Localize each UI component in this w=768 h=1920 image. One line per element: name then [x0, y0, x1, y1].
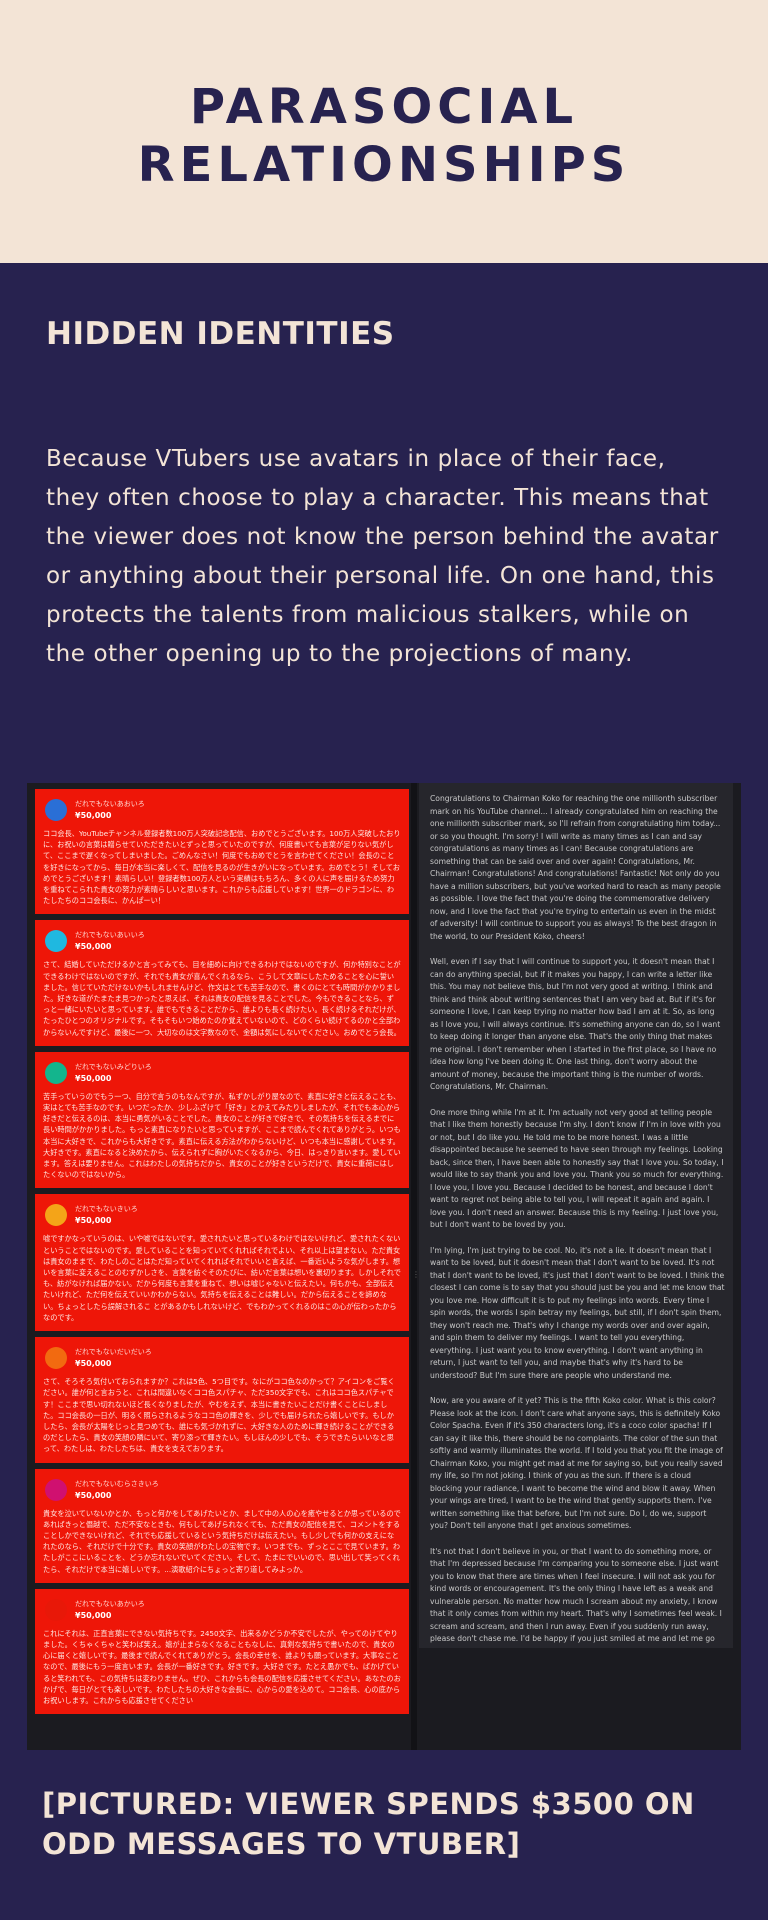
superchat-header: だれでもないきいろ ¥50,000	[43, 1200, 401, 1230]
superchat-username: だれでもないあかいろ	[75, 1599, 145, 1608]
superchat-meta: だれでもないあおいろ ¥50,000	[75, 798, 145, 822]
superchat-header: だれでもないだいだいろ ¥50,000	[43, 1343, 401, 1373]
superchat-username: だれでもないむらさきいろ	[75, 1479, 159, 1488]
section-title: HIDDEN IDENTITIES	[46, 316, 395, 352]
superchat-message: 貴女を泣いていないかとか、もっと何かをしてあげたいとか、まして中の人の心を癒やせ…	[43, 1508, 401, 1574]
superchat-screenshot: だれでもないあおいろ ¥50,000 ココ会長、YouTubeチャンネル登録者数10…	[27, 783, 741, 1750]
superchat-message: さて、そろそろ気付いておられますか？これは5色、5つ目です。なにがココ色なのかっ…	[43, 1377, 395, 1454]
avatar	[45, 1478, 67, 1501]
section-body: Because VTubers use avatars in place of …	[46, 446, 719, 667]
avatar	[45, 799, 67, 821]
avatar	[45, 930, 67, 953]
avatar	[45, 1061, 67, 1084]
translation-paragraph: One more thing while I'm at it. I'm actu…	[430, 1107, 724, 1230]
superchat-username: だれでもないあおいろ	[75, 800, 145, 808]
superchat-message: これにそれは、正直言葉にできない気持ちです。2450文字、出来るかどうか不安でし…	[43, 1628, 401, 1705]
superchat-amount: ¥50,000	[75, 1610, 112, 1620]
image-caption: [PICTURED: VIEWER SPENDS $3500 ON ODD ME…	[42, 1787, 695, 1861]
superchat-header: だれでもないみどりいろ ¥50,000	[43, 1058, 401, 1088]
superchat-message: 苦手っていうのでもう一つ、自分で言うのもなんですが、私ずかしがり屋なので、素直に…	[43, 1091, 401, 1180]
superchat-message: ココ会長、YouTubeチャンネル登録者数100万人突破記念配信、おめでとうござ…	[43, 829, 401, 906]
superchat-header: だれでもないむらさきいろ ¥50,000	[43, 1475, 401, 1505]
superchat-amount: ¥50,000	[75, 811, 112, 820]
superchat-header: だれでもないあいいろ ¥50,000	[43, 926, 401, 956]
translation-paragraph: It's not that I don't believe in you, or…	[430, 1546, 722, 1649]
superchat-amount: ¥50,000	[75, 1359, 112, 1369]
superchat-username: だれでもないあいいろ	[75, 931, 145, 940]
superchat-message: 嘘ですかなっていうのは、いや嘘ではないです。愛されたいと思っているわけではないけ…	[43, 1234, 401, 1322]
page-header: PARASOCIAL RELATIONSHIPS	[0, 0, 768, 263]
superchat-card: だれでもないむらさきいろ ¥50,000 貴女を泣いていないかとか、もっと何かをして…	[35, 1468, 409, 1583]
translation-paragraph: Now, are you aware of it yet? This is th…	[430, 1396, 723, 1530]
superchat-list: だれでもないあおいろ ¥50,000 ココ会長、YouTubeチャンネル登録者数10…	[35, 789, 409, 1750]
translation-paragraph: Congratulations to Chairman Koko for rea…	[430, 794, 721, 941]
superchat-card: だれでもないあいいろ ¥50,000 さて、結婚していただけるかと言ってみても、目を…	[35, 920, 409, 1046]
superchat-amount: ¥50,000	[75, 1073, 112, 1083]
superchat-card: だれでもないきいろ ¥50,000 嘘ですかなっていうのは、いや嘘ではないです。愛さ…	[35, 1194, 409, 1332]
superchat-amount: ¥50,000	[75, 942, 112, 952]
superchat-meta: だれでもないむらさきいろ ¥50,000	[75, 1478, 159, 1502]
superchat-card: だれでもないだいだいろ ¥50,000 さて、そろそろ気付いておられますか？これは5…	[35, 1337, 409, 1463]
superchat-meta: だれでもないきいろ ¥50,000	[75, 1203, 138, 1227]
column-divider	[411, 783, 417, 1750]
superchat-meta: だれでもないあかいろ ¥50,000	[75, 1598, 145, 1622]
page-title: PARASOCIAL RELATIONSHIPS	[138, 70, 631, 194]
superchat-amount: ¥50,000	[75, 1216, 112, 1226]
avatar	[45, 1598, 67, 1621]
translation-paragraph: Well, even if I say that I will continue…	[430, 957, 721, 1091]
translation-paragraph: I'm lying, I'm just trying to be cool. N…	[430, 1245, 725, 1380]
page-title-line1: PARASOCIAL	[189, 78, 579, 135]
superchat-header: だれでもないあおいろ ¥50,000	[43, 795, 401, 825]
superchat-meta: だれでもないみどりいろ ¥50,000	[75, 1061, 152, 1085]
avatar	[45, 1347, 67, 1370]
superchat-meta: だれでもないあいいろ ¥50,000	[75, 929, 145, 953]
translation-panel: Congratulations to Chairman Koko for rea…	[419, 783, 733, 1648]
superchat-card: だれでもないあおいろ ¥50,000 ココ会長、YouTubeチャンネル登録者数10…	[35, 789, 409, 915]
superchat-card: だれでもないみどりいろ ¥50,000 苦手っていうのでもう一つ、自分で言うのもなん…	[35, 1051, 409, 1189]
superchat-message: さて、結婚していただけるかと言ってみても、目を細めに向けできるわけではないのです…	[43, 960, 401, 1037]
superchat-username: だれでもないきいろ	[75, 1205, 138, 1214]
page-title-line2: RELATIONSHIPS	[137, 136, 631, 193]
superchat-username: だれでもないだいだいろ	[75, 1348, 152, 1357]
superchat-amount: ¥50,000	[75, 1490, 112, 1500]
superchat-meta: だれでもないだいだいろ ¥50,000	[75, 1346, 152, 1370]
superchat-header: だれでもないあかいろ ¥50,000	[43, 1595, 401, 1625]
avatar	[45, 1204, 67, 1227]
superchat-card: だれでもないあかいろ ¥50,000 これにそれは、正直言葉にできない気持ちです。2…	[35, 1588, 409, 1715]
resize-handle-icon[interactable]: ⋮	[412, 1268, 420, 1282]
superchat-username: だれでもないみどりいろ	[75, 1062, 152, 1071]
